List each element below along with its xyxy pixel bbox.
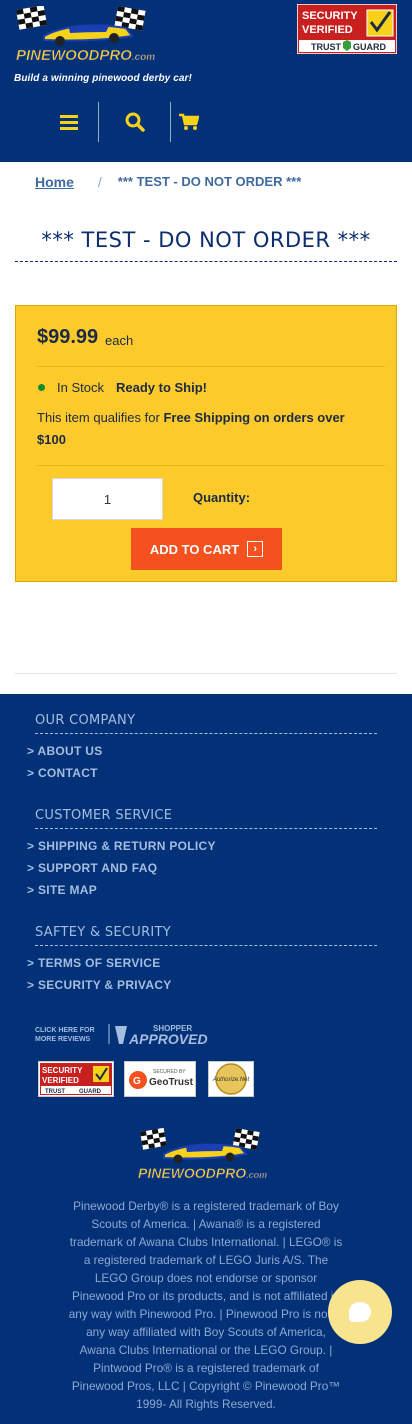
ready-to-ship: Ready to Ship!: [116, 380, 208, 395]
menu-icon: [60, 115, 78, 130]
svg-text:MORE REVIEWS: MORE REVIEWS: [35, 1036, 91, 1043]
site-logo[interactable]: PINEWOODPRO.com: [14, 5, 164, 70]
divider: [15, 673, 397, 674]
footer-heading-security: SAFTEY & SECURITY: [35, 925, 377, 946]
svg-text:G: G: [133, 1076, 141, 1087]
trust-guard-badge[interactable]: SECURITY VERIFIED TRUST GUARD: [38, 1061, 114, 1097]
buy-box: $99.99 each In Stock Ready to Ship! This…: [15, 305, 397, 582]
svg-text:SECURITY: SECURITY: [42, 1066, 83, 1075]
svg-text:CLICK HERE FOR: CLICK HERE FOR: [35, 1027, 95, 1034]
footer-heading-service: CUSTOMER SERVICE: [35, 808, 377, 829]
footer-link-contact[interactable]: > CONTACT: [27, 766, 98, 780]
menu-button[interactable]: [40, 102, 98, 142]
shopper-approved-badge[interactable]: CLICK HERE FOR MORE REVIEWS SHOPPER APPR…: [35, 1018, 230, 1050]
footer-link-sitemap[interactable]: > SITE MAP: [27, 883, 97, 897]
add-to-cart-button[interactable]: ADD TO CART ›: [131, 528, 282, 570]
site-tagline: Build a winning pinewood derby car!: [14, 73, 192, 84]
footer-link-privacy[interactable]: > SECURITY & PRIVACY: [27, 978, 172, 992]
shipping-note: This item qualifies for Free Shipping on…: [37, 407, 377, 451]
divider: [37, 465, 385, 466]
breadcrumb-home-link[interactable]: Home: [35, 174, 74, 190]
svg-text:TRUST: TRUST: [311, 42, 341, 52]
svg-text:VERIFIED: VERIFIED: [302, 24, 353, 36]
svg-text:VERIFIED: VERIFIED: [42, 1076, 79, 1085]
quantity-label: Quantity:: [193, 490, 251, 505]
price-unit: each: [105, 333, 134, 348]
nav-divider: [98, 102, 99, 142]
svg-text:SECURITY: SECURITY: [302, 10, 358, 22]
svg-text:Authorize.Net: Authorize.Net: [212, 1077, 250, 1083]
footer-link-about[interactable]: > ABOUT US: [27, 744, 103, 758]
authorize-net-badge[interactable]: Authorize.Net: [208, 1061, 254, 1097]
svg-text:SECURED BY: SECURED BY: [153, 1069, 186, 1075]
chat-icon: [349, 1302, 371, 1322]
search-icon: [125, 112, 145, 132]
chevron-right-icon: ›: [247, 541, 264, 557]
footer-link-shipping[interactable]: > SHIPPING & RETURN POLICY: [27, 839, 216, 853]
cart-button[interactable]: [160, 102, 218, 142]
footer-link-support[interactable]: > SUPPORT AND FAQ: [27, 861, 157, 875]
geotrust-badge[interactable]: SECURED BY G GeoTrust: [124, 1061, 196, 1097]
page-title: *** TEST - DO NOT ORDER ***: [15, 228, 397, 262]
breadcrumb-separator: /: [97, 174, 102, 190]
quantity-input[interactable]: [52, 478, 163, 520]
divider: [37, 366, 385, 367]
footer-logo[interactable]: PINEWOODPRO.com: [136, 1127, 278, 1186]
footer-link-terms[interactable]: > TERMS OF SERVICE: [27, 956, 161, 970]
add-to-cart-label: ADD TO CART: [149, 541, 240, 557]
footer-heading-company: OUR COMPANY: [35, 713, 377, 734]
svg-text:GUARD: GUARD: [353, 42, 386, 52]
main-nav: [40, 102, 220, 142]
cart-icon: [179, 113, 199, 130]
svg-text:APPROVED: APPROVED: [128, 1031, 208, 1047]
chat-button[interactable]: [328, 1280, 392, 1344]
stock-status: In Stock: [57, 380, 104, 395]
svg-text:PINEWOODPRO.com: PINEWOODPRO.com: [138, 1165, 267, 1181]
product-price: $99.99: [37, 326, 99, 348]
svg-text:GUARD: GUARD: [79, 1089, 102, 1095]
trust-guard-seal[interactable]: SECURITY VERIFIED TRUST GUARD: [296, 3, 398, 55]
breadcrumb-current: *** TEST - DO NOT ORDER ***: [117, 174, 302, 189]
shipping-note-prefix: This item qualifies for: [37, 410, 164, 425]
site-header: PINEWOODPRO.com Build a winning pinewood…: [0, 0, 412, 162]
svg-text:PINEWOODPRO.com: PINEWOODPRO.com: [16, 47, 155, 64]
search-button[interactable]: [106, 102, 164, 142]
svg-text:GeoTrust: GeoTrust: [149, 1077, 194, 1088]
in-stock-dot-icon: [38, 384, 45, 391]
breadcrumb: Home / *** TEST - DO NOT ORDER ***: [35, 174, 301, 190]
legal-disclaimer: Pinewood Derby® is a registered trademar…: [68, 1199, 344, 1411]
svg-text:TRUST: TRUST: [45, 1089, 65, 1095]
